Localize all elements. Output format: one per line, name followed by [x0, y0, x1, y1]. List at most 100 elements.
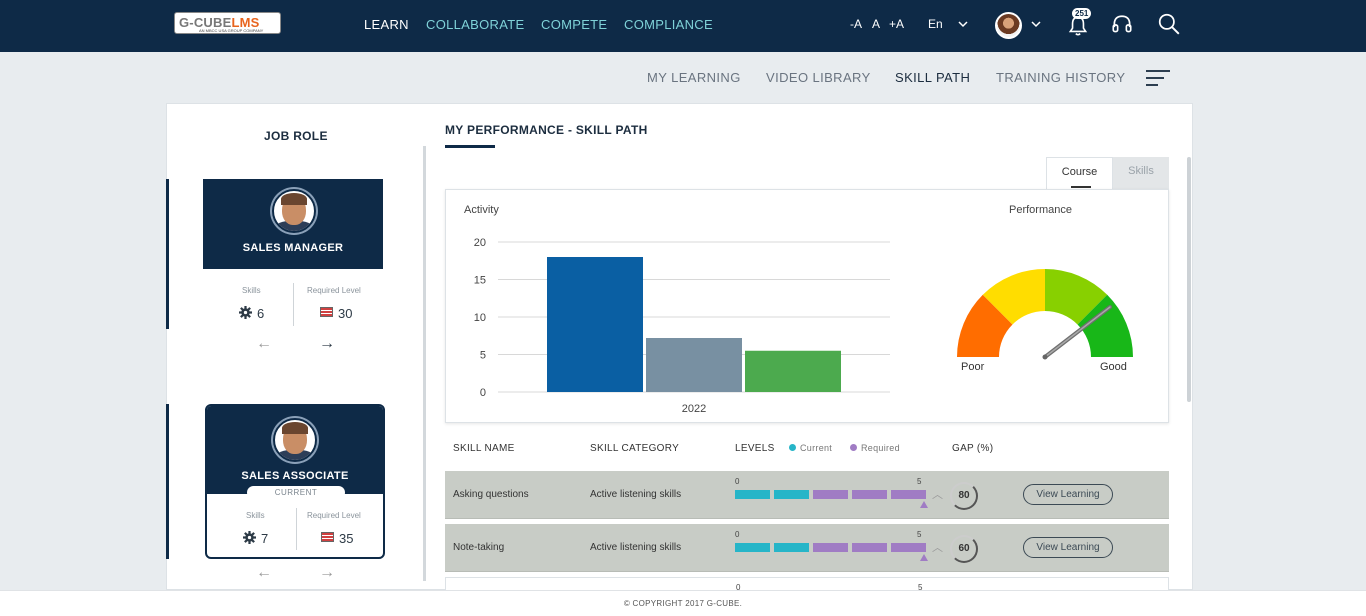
nav-learn[interactable]: LEARN [364, 17, 409, 32]
font-decrease-button[interactable]: -A [850, 17, 862, 31]
table-row: Note-taking Active listening skills 0 5 … [445, 524, 1169, 572]
menu-icon[interactable] [1146, 70, 1170, 88]
skills-count: 6 [257, 306, 265, 321]
current-badge: CURRENT [247, 486, 345, 499]
performance-gauge-title: Performance [1009, 204, 1072, 216]
level-segment-current [735, 490, 770, 499]
job-card-title: SALES ASSOCIATE [241, 470, 349, 482]
gap-indicator: 60 [950, 535, 978, 563]
level-min: 0 [735, 530, 740, 539]
notification-count-badge: 251 [1072, 8, 1092, 19]
gauge-good-label: Good [1100, 361, 1127, 373]
next-arrow-icon[interactable]: → [319, 335, 335, 353]
avatar [273, 418, 317, 462]
gauge-poor-label: Poor [961, 361, 985, 373]
tab-course[interactable]: Course [1046, 157, 1113, 190]
column-scrollbar[interactable] [423, 146, 426, 581]
col-gap: GAP (%) [952, 443, 994, 454]
level-min: 0 [735, 477, 740, 486]
legend-required: Required [850, 443, 900, 453]
subnav-training-history[interactable]: TRAINING HISTORY [996, 70, 1125, 85]
chevron-down-icon[interactable] [958, 20, 968, 28]
content-scrollbar[interactable] [1187, 157, 1191, 402]
activity-bar-chart: 0 5 10 15 20 2022 [474, 237, 890, 415]
chevron-up-icon[interactable]: ︿ [932, 539, 943, 555]
level-icon [321, 532, 334, 542]
view-learning-button[interactable]: View Learning [1023, 537, 1113, 558]
logo-subtitle: AN MBCC USA GROUP COMPANY [199, 28, 264, 33]
title-underline [445, 145, 495, 148]
skill-category: Active listening skills [590, 489, 682, 500]
level-segment-required [813, 490, 848, 499]
gauge-arcs [957, 269, 1133, 357]
x-tick-label: 2022 [682, 403, 706, 415]
nav-collaborate[interactable]: COLLABORATE [426, 17, 524, 32]
table-row: Asking questions Active listening skills… [445, 471, 1169, 519]
col-levels: LEVELS [735, 443, 775, 454]
subnav-skill-path[interactable]: SKILL PATH [895, 70, 970, 85]
skill-category: Active listening skills [590, 542, 682, 553]
skill-name: Note-taking [453, 542, 505, 553]
gcube-logo[interactable]: G-CUBELMS AN MBCC USA GROUP COMPANY [174, 12, 281, 34]
bar-series-1 [547, 257, 643, 392]
gap-indicator: 80 [950, 482, 978, 510]
legend-required-label: Required [861, 443, 900, 453]
tab-skills[interactable]: Skills [1113, 157, 1169, 190]
footer-copyright: © COPYRIGHT 2017 G-CUBE. [0, 590, 1366, 616]
view-learning-button[interactable]: View Learning [1023, 484, 1113, 505]
search-icon[interactable] [1157, 12, 1181, 36]
required-level-label: Required Level [307, 511, 361, 520]
bar-series-3 [745, 350, 841, 392]
skills-label: Skills [246, 511, 265, 520]
level-segment-required [813, 543, 848, 552]
performance-title: MY PERFORMANCE - SKILL PATH [445, 123, 648, 137]
legend-dot-required [850, 444, 857, 451]
chevron-down-icon[interactable] [1031, 20, 1041, 28]
required-level-count: 35 [339, 531, 354, 546]
performance-gauge: Poor Good [957, 269, 1133, 373]
y-tick-label: 15 [474, 275, 486, 287]
legend-dot-current [789, 444, 796, 451]
level-segment-current [735, 543, 770, 552]
job-role-title: JOB ROLE [264, 129, 328, 143]
prev-arrow-icon[interactable]: ← [256, 335, 272, 353]
legend-current: Current [789, 443, 832, 453]
y-tick-label: 5 [480, 350, 486, 362]
required-level-count: 30 [338, 306, 353, 321]
subnav-video-library[interactable]: VIDEO LIBRARY [766, 70, 871, 85]
required-level-marker [920, 501, 928, 508]
card-divider [296, 508, 297, 550]
required-level-label: Required Level [307, 286, 361, 295]
level-max: 5 [917, 530, 922, 539]
nav-compete[interactable]: COMPETE [541, 17, 607, 32]
legend-current-label: Current [800, 443, 833, 453]
level-max: 5 [917, 477, 922, 486]
col-skill-name: SKILL NAME [453, 443, 515, 454]
y-tick-label: 20 [474, 237, 486, 249]
card-accent-bar [166, 404, 169, 559]
headset-icon[interactable] [1110, 13, 1134, 37]
next-arrow-icon[interactable]: → [319, 564, 335, 582]
bar-series-2 [646, 338, 742, 392]
y-tick-label: 0 [480, 387, 486, 399]
card-divider [293, 283, 294, 326]
user-avatar[interactable] [995, 12, 1022, 39]
chevron-up-icon[interactable]: ︿ [932, 486, 943, 502]
font-increase-button[interactable]: +A [889, 17, 904, 31]
skill-name: Asking questions [453, 489, 529, 500]
card-accent-bar [166, 179, 169, 329]
level-segment-current [774, 490, 809, 499]
font-reset-button[interactable]: A [872, 17, 880, 31]
language-selector[interactable]: En [928, 17, 943, 31]
level-icon [320, 307, 333, 317]
avatar [272, 189, 316, 233]
nav-compliance[interactable]: COMPLIANCE [624, 17, 713, 32]
top-bar: G-CUBELMS AN MBCC USA GROUP COMPANY LEAR… [0, 0, 1366, 52]
skills-count: 7 [261, 531, 269, 546]
subnav-my-learning[interactable]: MY LEARNING [647, 70, 741, 85]
level-segment-required [852, 543, 887, 552]
col-skill-category: SKILL CATEGORY [590, 443, 680, 454]
prev-arrow-icon[interactable]: ← [256, 564, 272, 582]
level-segment-required [891, 543, 926, 552]
job-card-title: SALES MANAGER [242, 242, 344, 254]
